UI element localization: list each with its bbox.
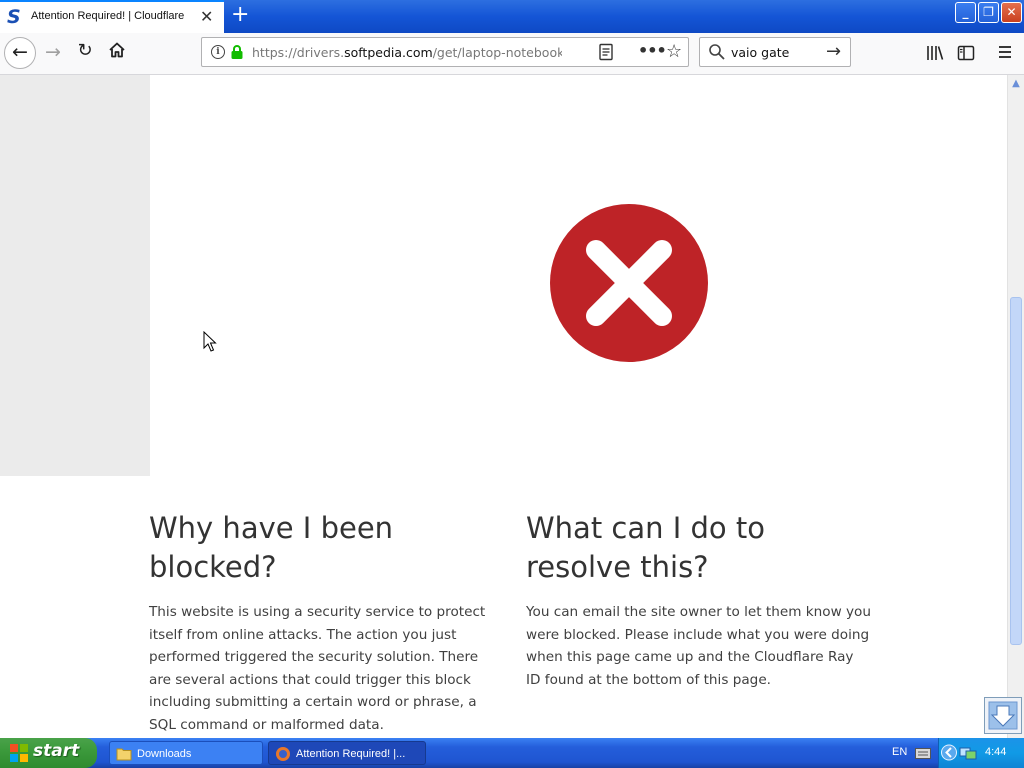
new-tab-button[interactable]: +	[231, 3, 249, 27]
network-icon[interactable]	[959, 745, 977, 761]
page-viewport: Why have I been blocked? This website is…	[0, 75, 1007, 738]
resolve-text: You can email the site owner to let them…	[526, 604, 871, 688]
error-x-icon	[550, 204, 708, 362]
taskbar: start Downloads Attention Required! |...…	[0, 738, 1024, 768]
resolve-heading: What can I do to resolve this?	[526, 511, 765, 584]
maximize-button[interactable]: ❐	[978, 2, 999, 23]
tab-close-icon[interactable]: ✕	[200, 8, 213, 26]
softpedia-favicon-icon: S	[7, 6, 21, 28]
tab-active[interactable]: S Attention Required! | Cloudflare ✕	[0, 0, 224, 33]
scrollbar-thumb[interactable]	[1010, 297, 1022, 645]
download-arrow-button[interactable]	[984, 697, 1022, 734]
search-icon	[709, 44, 725, 60]
home-button[interactable]	[105, 41, 129, 63]
search-input[interactable]: vaio gate	[731, 45, 789, 60]
browser-title-bar: S Attention Required! | Cloudflare ✕ + _…	[0, 0, 1024, 33]
gray-side-panel	[0, 75, 150, 476]
search-bar[interactable]: vaio gate →	[699, 37, 851, 67]
url-bar[interactable]: i https://drivers.softpedia.com/get/lapt…	[201, 37, 689, 67]
browser-app-icon	[276, 747, 290, 761]
url-host: softpedia.com	[344, 45, 433, 60]
start-label: start	[33, 741, 80, 761]
taskbar-item-label: Attention Required! |...	[296, 748, 406, 760]
scroll-up-arrow-icon[interactable]: ▲	[1008, 75, 1024, 92]
why-blocked-section: Why have I been blocked? This website is…	[149, 509, 489, 737]
download-arrow-icon	[988, 701, 1018, 730]
mouse-cursor-icon	[203, 331, 217, 352]
home-icon	[109, 42, 125, 58]
forward-button[interactable]: →	[42, 41, 64, 63]
minimize-button[interactable]: _	[955, 2, 976, 23]
url-text[interactable]: https://drivers.softpedia.com/get/laptop…	[252, 45, 562, 60]
vertical-scrollbar[interactable]: ▲	[1007, 75, 1024, 738]
tab-title: Attention Required! | Cloudflare	[31, 10, 185, 22]
keyboard-icon[interactable]	[915, 748, 931, 759]
navigation-toolbar: ← → ↻ i https://drivers.softpedia.com/ge…	[0, 33, 1024, 75]
url-prefix: https://drivers.	[252, 45, 345, 60]
folder-icon	[116, 748, 132, 761]
back-button[interactable]: ←	[4, 37, 36, 69]
hamburger-menu-icon[interactable]	[997, 44, 1013, 60]
reader-view-icon[interactable]	[598, 43, 614, 61]
language-indicator[interactable]: EN	[892, 746, 907, 758]
bookmark-star-icon[interactable]: ☆	[666, 41, 682, 62]
search-go-icon[interactable]: →	[826, 41, 841, 62]
library-icon[interactable]	[926, 45, 944, 61]
lock-icon[interactable]	[230, 44, 244, 60]
reload-button[interactable]: ↻	[74, 40, 96, 61]
tray-expand-icon[interactable]	[941, 744, 957, 761]
url-path: /get/laptop-notebook/So	[432, 45, 562, 60]
windows-logo-icon	[10, 744, 28, 762]
page-actions-more-icon[interactable]: •••	[638, 41, 667, 60]
resolve-section: What can I do to resolve this? You can e…	[526, 509, 871, 691]
taskbar-item-label: Downloads	[137, 748, 192, 760]
sidebar-toggle-icon[interactable]	[957, 44, 975, 62]
clock: 4:44	[985, 746, 1007, 758]
info-icon[interactable]: i	[211, 45, 225, 59]
close-window-button[interactable]: ✕	[1001, 2, 1022, 23]
why-blocked-text: This website is using a security service…	[149, 604, 486, 733]
taskbar-item-downloads[interactable]: Downloads	[109, 741, 263, 765]
taskbar-item-browser[interactable]: Attention Required! |...	[268, 741, 426, 765]
start-button[interactable]: start	[0, 738, 97, 768]
why-blocked-heading: Why have I been blocked?	[149, 511, 394, 584]
